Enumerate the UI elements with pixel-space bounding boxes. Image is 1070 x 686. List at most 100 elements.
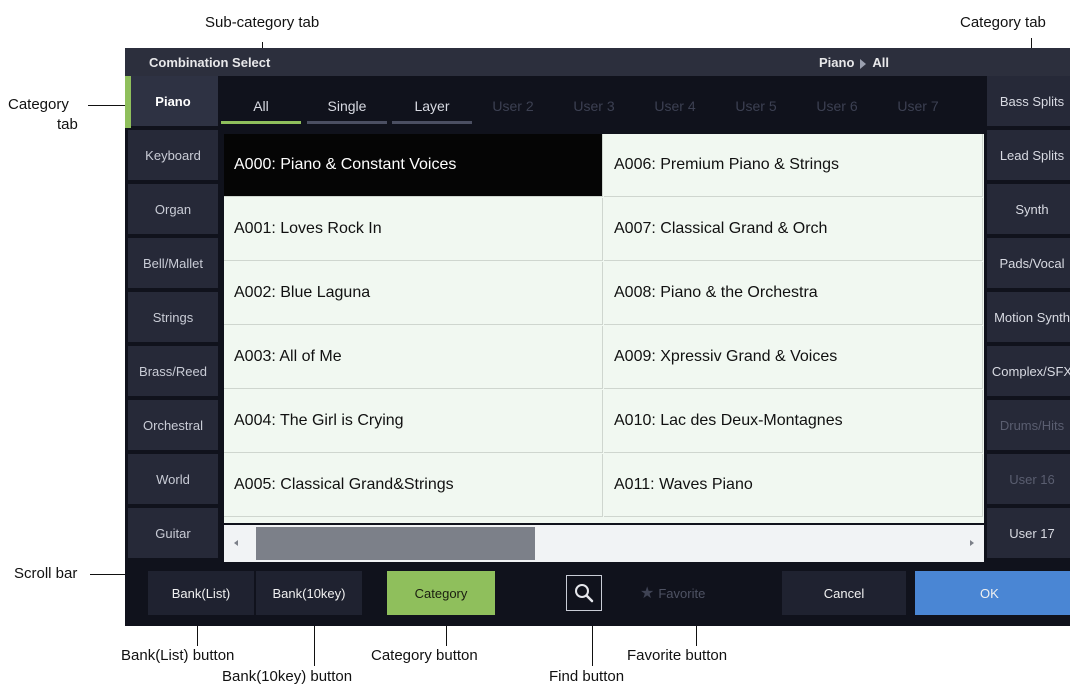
scroll-left-arrow-icon[interactable] (234, 540, 238, 546)
category-tab-label: Motion Synth (994, 309, 1070, 325)
category-tab-user17[interactable]: User 17 (987, 508, 1070, 560)
category-tab-world[interactable]: World (128, 454, 218, 506)
subcategory-tab-label: User 4 (654, 98, 696, 114)
scrollbar-thumb[interactable] (256, 527, 535, 560)
category-tab-drums-hits: Drums/Hits (987, 400, 1070, 452)
category-tab-label: Organ (154, 201, 192, 217)
subcategory-tab-user5: User 5 (716, 88, 796, 124)
list-item[interactable]: A005: Classical Grand&Strings (224, 454, 603, 517)
ok-button[interactable]: OK (915, 571, 1070, 615)
category-button[interactable]: Category (387, 571, 495, 615)
button-label: OK (980, 585, 999, 601)
list-item[interactable]: A011: Waves Piano (604, 454, 983, 517)
list-item[interactable]: A001: Loves Rock In (224, 198, 603, 261)
list-item[interactable]: A003: All of Me (224, 326, 603, 389)
subcategory-tab-label: Single (327, 98, 367, 114)
program-name: A011: Waves Piano (614, 476, 753, 493)
callout-category-button: Category button (371, 647, 478, 664)
screen-title: Combination Select (149, 55, 271, 70)
category-tab-label: Orchestral (143, 417, 203, 433)
callout-find-button: Find button (549, 668, 625, 685)
category-tab-label: User 17 (1009, 525, 1055, 541)
list-item[interactable]: A010: Lac des Deux-Montagnes (604, 390, 983, 453)
category-tab-complex-sfx[interactable]: Complex/SFX (987, 346, 1070, 398)
subcategory-tab-single[interactable]: Single (307, 88, 387, 124)
category-tab-lead-splits[interactable]: Lead Splits (987, 130, 1070, 182)
list-item[interactable]: A009: Xpressiv Grand & Voices (604, 326, 983, 389)
category-tab-strings[interactable]: Strings (128, 292, 218, 344)
category-tab-pads-vocal[interactable]: Pads/Vocal (987, 238, 1070, 290)
program-name: A008: Piano & the Orchestra (614, 284, 818, 301)
callout-favorite-button: Favorite button (627, 647, 728, 664)
magnifier-icon (575, 584, 594, 603)
star-icon: ★ (640, 585, 655, 602)
category-tab-keyboard[interactable]: Keyboard (128, 130, 218, 182)
category-tab-motion-synth[interactable]: Motion Synth (987, 292, 1070, 344)
program-name: A005: Classical Grand&Strings (234, 476, 454, 493)
subcategory-tab-user2: User 2 (473, 88, 553, 124)
program-name: A003: All of Me (234, 348, 342, 365)
category-tab-orchestral[interactable]: Orchestral (128, 400, 218, 452)
list-item[interactable]: A006: Premium Piano & Strings (604, 134, 983, 197)
program-name: A004: The Girl is Crying (234, 412, 404, 429)
subcategory-tab-label: User 6 (816, 98, 858, 114)
subcategory-tab-label: User 3 (573, 98, 615, 114)
category-tab-label: Synth (1015, 201, 1049, 217)
category-tab-synth[interactable]: Synth (987, 184, 1070, 236)
list-item[interactable]: A008: Piano & the Orchestra (604, 262, 983, 325)
category-tab-label: Lead Splits (999, 147, 1065, 163)
program-name: A007: Classical Grand & Orch (614, 220, 828, 237)
list-item-selected[interactable]: A000: Piano & Constant Voices (224, 134, 603, 197)
subcategory-tab-label: All (253, 98, 269, 114)
category-tab-label: Strings (152, 309, 194, 325)
title-bar: Combination Select Piano All (125, 48, 1070, 76)
bottom-button-bar: Bank(List) Bank(10key) Category ★ Favori… (125, 564, 1070, 626)
list-item[interactable]: A007: Classical Grand & Orch (604, 198, 983, 261)
callout-subcategory-tab: Sub-category tab (205, 14, 320, 31)
breadcrumb-sub: All (872, 55, 890, 70)
favorite-button[interactable]: ★ Favorite (640, 571, 740, 615)
category-tab-label: Brass/Reed (139, 363, 207, 379)
button-label: Cancel (823, 585, 865, 601)
category-tab-guitar[interactable]: Guitar (128, 508, 218, 560)
program-list: A000: Piano & Constant Voices A001: Love… (224, 134, 984, 523)
category-tab-label: Guitar (155, 525, 191, 541)
category-tab-label: Pads/Vocal (999, 255, 1065, 271)
category-tab-brass-reed[interactable]: Brass/Reed (128, 346, 218, 398)
combination-select-screen: Combination Select Piano All Piano Keyboa… (125, 48, 1070, 626)
subcategory-tab-layer[interactable]: Layer (392, 88, 472, 124)
program-name: A010: Lac des Deux-Montagnes (614, 412, 843, 429)
horizontal-scrollbar[interactable] (224, 525, 984, 562)
category-tab-label: Keyboard (145, 147, 201, 163)
find-button[interactable] (566, 575, 602, 611)
tab-underline (392, 121, 472, 124)
breadcrumb-arrow-icon (860, 58, 867, 69)
button-label: Bank(List) (171, 585, 231, 601)
category-tab-label: Drums/Hits (999, 417, 1065, 433)
list-item[interactable]: A004: The Girl is Crying (224, 390, 603, 453)
category-tab-label: Piano (155, 93, 191, 109)
program-name: A006: Premium Piano & Strings (614, 156, 839, 173)
cancel-button[interactable]: Cancel (782, 571, 906, 615)
category-tab-bell-mallet[interactable]: Bell/Mallet (128, 238, 218, 290)
program-name: A000: Piano & Constant Voices (234, 156, 457, 173)
callout-bank-10key-button: Bank(10key) button (222, 668, 353, 685)
active-tab-indicator (125, 76, 131, 128)
bank-list-button[interactable]: Bank(List) (148, 571, 254, 615)
tab-underline (307, 121, 387, 124)
bank-10key-button[interactable]: Bank(10key) (256, 571, 362, 615)
subcategory-tab-label: User 2 (492, 98, 534, 114)
program-name: A009: Xpressiv Grand & Voices (614, 348, 838, 365)
button-label: Favorite (658, 585, 706, 601)
category-tab-organ[interactable]: Organ (128, 184, 218, 236)
category-tab-bass-splits[interactable]: Bass Splits (987, 76, 1070, 128)
breadcrumb-category: Piano (819, 55, 855, 70)
subcategory-tab-label: User 7 (897, 98, 939, 114)
subcategory-tab-user7: User 7 (878, 88, 958, 124)
category-tab-label: World (156, 471, 190, 487)
category-tab-label: Complex/SFX (991, 363, 1070, 379)
list-item[interactable]: A002: Blue Laguna (224, 262, 603, 325)
category-tab-piano[interactable]: Piano (125, 76, 218, 128)
scroll-right-arrow-icon[interactable] (970, 540, 974, 546)
subcategory-tab-all[interactable]: All (221, 88, 301, 124)
